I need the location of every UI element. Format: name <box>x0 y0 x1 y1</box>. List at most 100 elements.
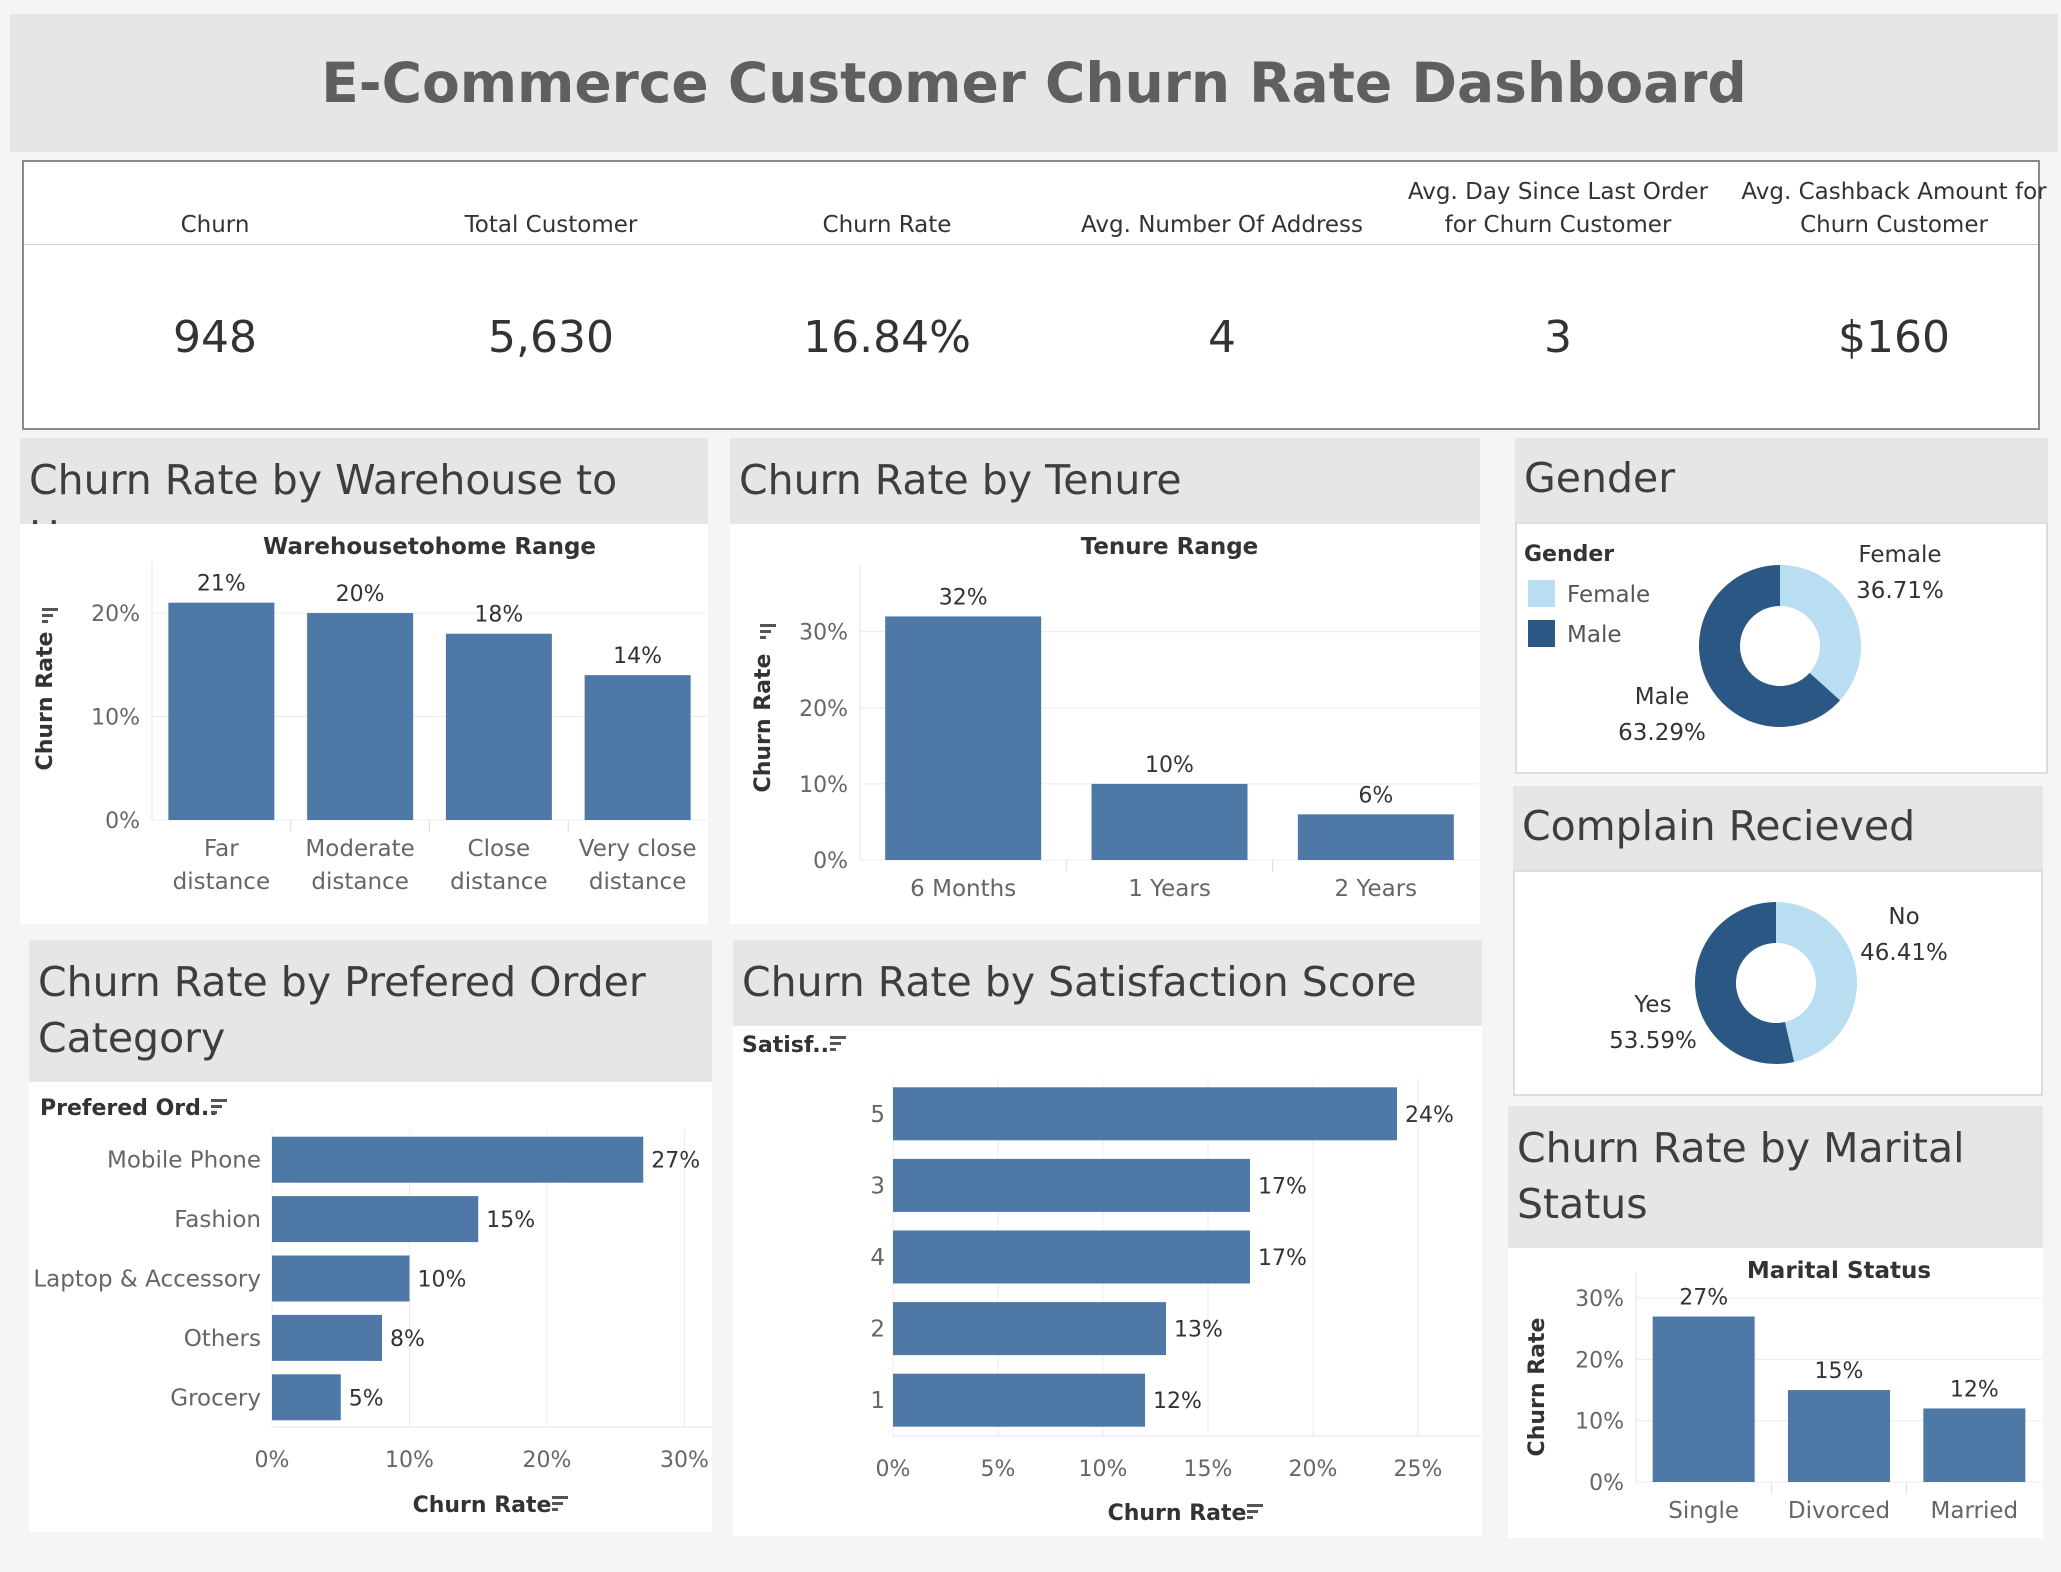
section-title-complain: Complain Recieved <box>1513 786 2043 870</box>
data-label: 32% <box>939 585 988 610</box>
data-label: 14% <box>613 644 662 669</box>
field-label: Satisf.. <box>742 1033 829 1058</box>
kpi-avg-cashback: Avg. Cashback Amount for Churn Customer … <box>1726 162 2061 432</box>
x-tick-label: 20% <box>1289 1457 1338 1482</box>
x-tick-label: Married <box>1931 1498 2019 1524</box>
data-label: 18% <box>474 603 523 628</box>
x-tick-label: 10% <box>385 1448 434 1473</box>
bar <box>893 1302 1166 1356</box>
warehouse-bar-chart: Warehousetohome Range Churn Rate 0% 10% 20% 2… <box>33 534 707 895</box>
data-label: 10% <box>1145 753 1194 778</box>
section-title-gender: Gender <box>1515 438 2048 522</box>
y-tick-label: Others <box>184 1326 261 1352</box>
x-tick-label: 1 Years <box>1128 876 1211 902</box>
y-tick-label: 20% <box>91 602 140 627</box>
x-tick-label: 0% <box>255 1448 290 1473</box>
legend-swatch <box>1528 580 1555 607</box>
y-tick-label: Mobile Phone <box>107 1148 261 1174</box>
data-label: 5% <box>349 1386 384 1411</box>
section-title-tenure: Churn Rate by Tenure <box>730 438 1480 524</box>
data-label: 20% <box>336 582 385 607</box>
y-axis-label: Churn Rate <box>33 632 58 771</box>
sort-icon <box>42 608 58 623</box>
y-tick-label: 30% <box>799 621 848 646</box>
dashboard-title-bar: E-Commerce Customer Churn Rate Dashboard <box>10 14 2058 152</box>
x-tick-label: 20% <box>523 1448 572 1473</box>
kpi-label: Total Customer <box>464 212 638 238</box>
marital-bar-chart: Marital Status Churn Rate 0% 10% 20% 30% 27% Si… <box>1525 1258 2042 1524</box>
data-label: 17% <box>1258 1174 1307 1199</box>
y-tick-label: 10% <box>799 773 848 798</box>
slice-label: Female <box>1858 542 1941 568</box>
data-label: 27% <box>651 1149 700 1174</box>
y-tick-label: 1 <box>870 1388 885 1414</box>
y-tick-label: 0% <box>1589 1471 1624 1496</box>
kpi-churn-rate: Churn Rate 16.84% <box>719 162 1055 432</box>
dashboard-title: E-Commerce Customer Churn Rate Dashboard <box>321 51 1747 115</box>
x-axis-label: Churn Rate <box>1108 1501 1247 1526</box>
kpi-value: 4 <box>1208 312 1236 363</box>
field-label: Prefered Ord.. <box>40 1096 218 1121</box>
complain-donut-chart: No 46.41% Yes 53.59% <box>1609 902 1948 1064</box>
y-axis-label: Churn Rate <box>751 654 776 793</box>
bar <box>307 613 414 820</box>
x-tick-label: 10% <box>1079 1457 1128 1482</box>
tenure-bar-chart: Tenure Range Churn Rate 0% 10% 20% 30% 32% 6 Mo… <box>751 534 1479 902</box>
chart-title: Tenure Range <box>1081 534 1259 560</box>
y-tick-label: 5 <box>870 1102 885 1128</box>
tenure-panel: Tenure Range Churn Rate 0% 10% 20% 30% 32% 6 Mo… <box>730 524 1480 924</box>
data-label: 15% <box>1815 1359 1864 1384</box>
sort-icon <box>830 1036 846 1051</box>
data-label: 21% <box>197 572 246 597</box>
section-title-marital: Churn Rate by Marital Status <box>1508 1106 2043 1248</box>
x-tick-label: 0% <box>876 1457 911 1482</box>
y-tick-label: 10% <box>91 706 140 731</box>
x-tick-label: distance <box>311 869 408 895</box>
bar <box>272 1314 382 1361</box>
kpi-value: 16.84% <box>803 312 971 363</box>
kpi-value: 5,630 <box>488 312 614 363</box>
y-tick-label: 20% <box>799 697 848 722</box>
y-tick-label: 10% <box>1575 1410 1624 1435</box>
slice-value: 53.59% <box>1609 1028 1697 1054</box>
data-label: 17% <box>1258 1246 1307 1271</box>
sort-icon <box>1247 1504 1263 1519</box>
bar <box>893 1230 1250 1284</box>
data-label: 13% <box>1174 1318 1223 1343</box>
bar <box>272 1374 341 1421</box>
slice-label: Yes <box>1633 992 1671 1018</box>
data-label: 12% <box>1153 1389 1202 1414</box>
kpi-label: Avg. Cashback Amount for Churn Customer <box>1741 179 2047 238</box>
x-axis-label: Churn Rate <box>413 1493 552 1518</box>
bar <box>272 1196 479 1243</box>
section-title-warehouse: Churn Rate by Warehouse to Home <box>20 438 708 560</box>
bar <box>272 1136 644 1183</box>
bar <box>1297 814 1454 860</box>
slice-label: Male <box>1635 684 1689 710</box>
bar <box>1788 1390 1890 1482</box>
x-tick-label: Moderate <box>305 836 414 862</box>
kpi-churn: Churn 948 <box>47 162 383 432</box>
kpi-label: Avg. Number Of Address <box>1080 212 1364 238</box>
kpi-label: Churn Rate <box>822 212 952 238</box>
kpi-value: $160 <box>1838 312 1950 363</box>
y-tick-label: 3 <box>870 1173 885 1199</box>
slice-label: No <box>1888 904 1919 930</box>
legend-label: Female <box>1567 582 1650 608</box>
x-tick-label: distance <box>450 869 547 895</box>
donut-slice <box>1780 565 1861 701</box>
bar <box>1923 1408 2026 1482</box>
x-tick-label: 2 Years <box>1335 876 1418 902</box>
x-tick-label: Very close <box>579 836 697 862</box>
bar <box>584 675 691 820</box>
marital-panel: Marital Status Churn Rate 0% 10% 20% 30% 27% Si… <box>1508 1248 2043 1538</box>
satisfaction-bar-chart: Satisf.. 0% 5% 10% 15% 20% 25% Churn Rate 24% 5 17… <box>742 1033 1481 1526</box>
section-title-order-category: Churn Rate by Prefered Order Category <box>29 940 712 1082</box>
chart-title: Warehousetohome Range <box>263 534 596 560</box>
data-label: 10% <box>418 1268 467 1293</box>
sort-icon <box>552 1496 568 1511</box>
x-tick-label: Far <box>204 836 239 862</box>
order-category-bar-chart: Prefered Ord.. 0% 10% 20% 30% Churn Rate 27% Mo… <box>33 1096 712 1518</box>
data-label: 6% <box>1358 783 1393 808</box>
chart-title: Marital Status <box>1747 1258 1931 1284</box>
